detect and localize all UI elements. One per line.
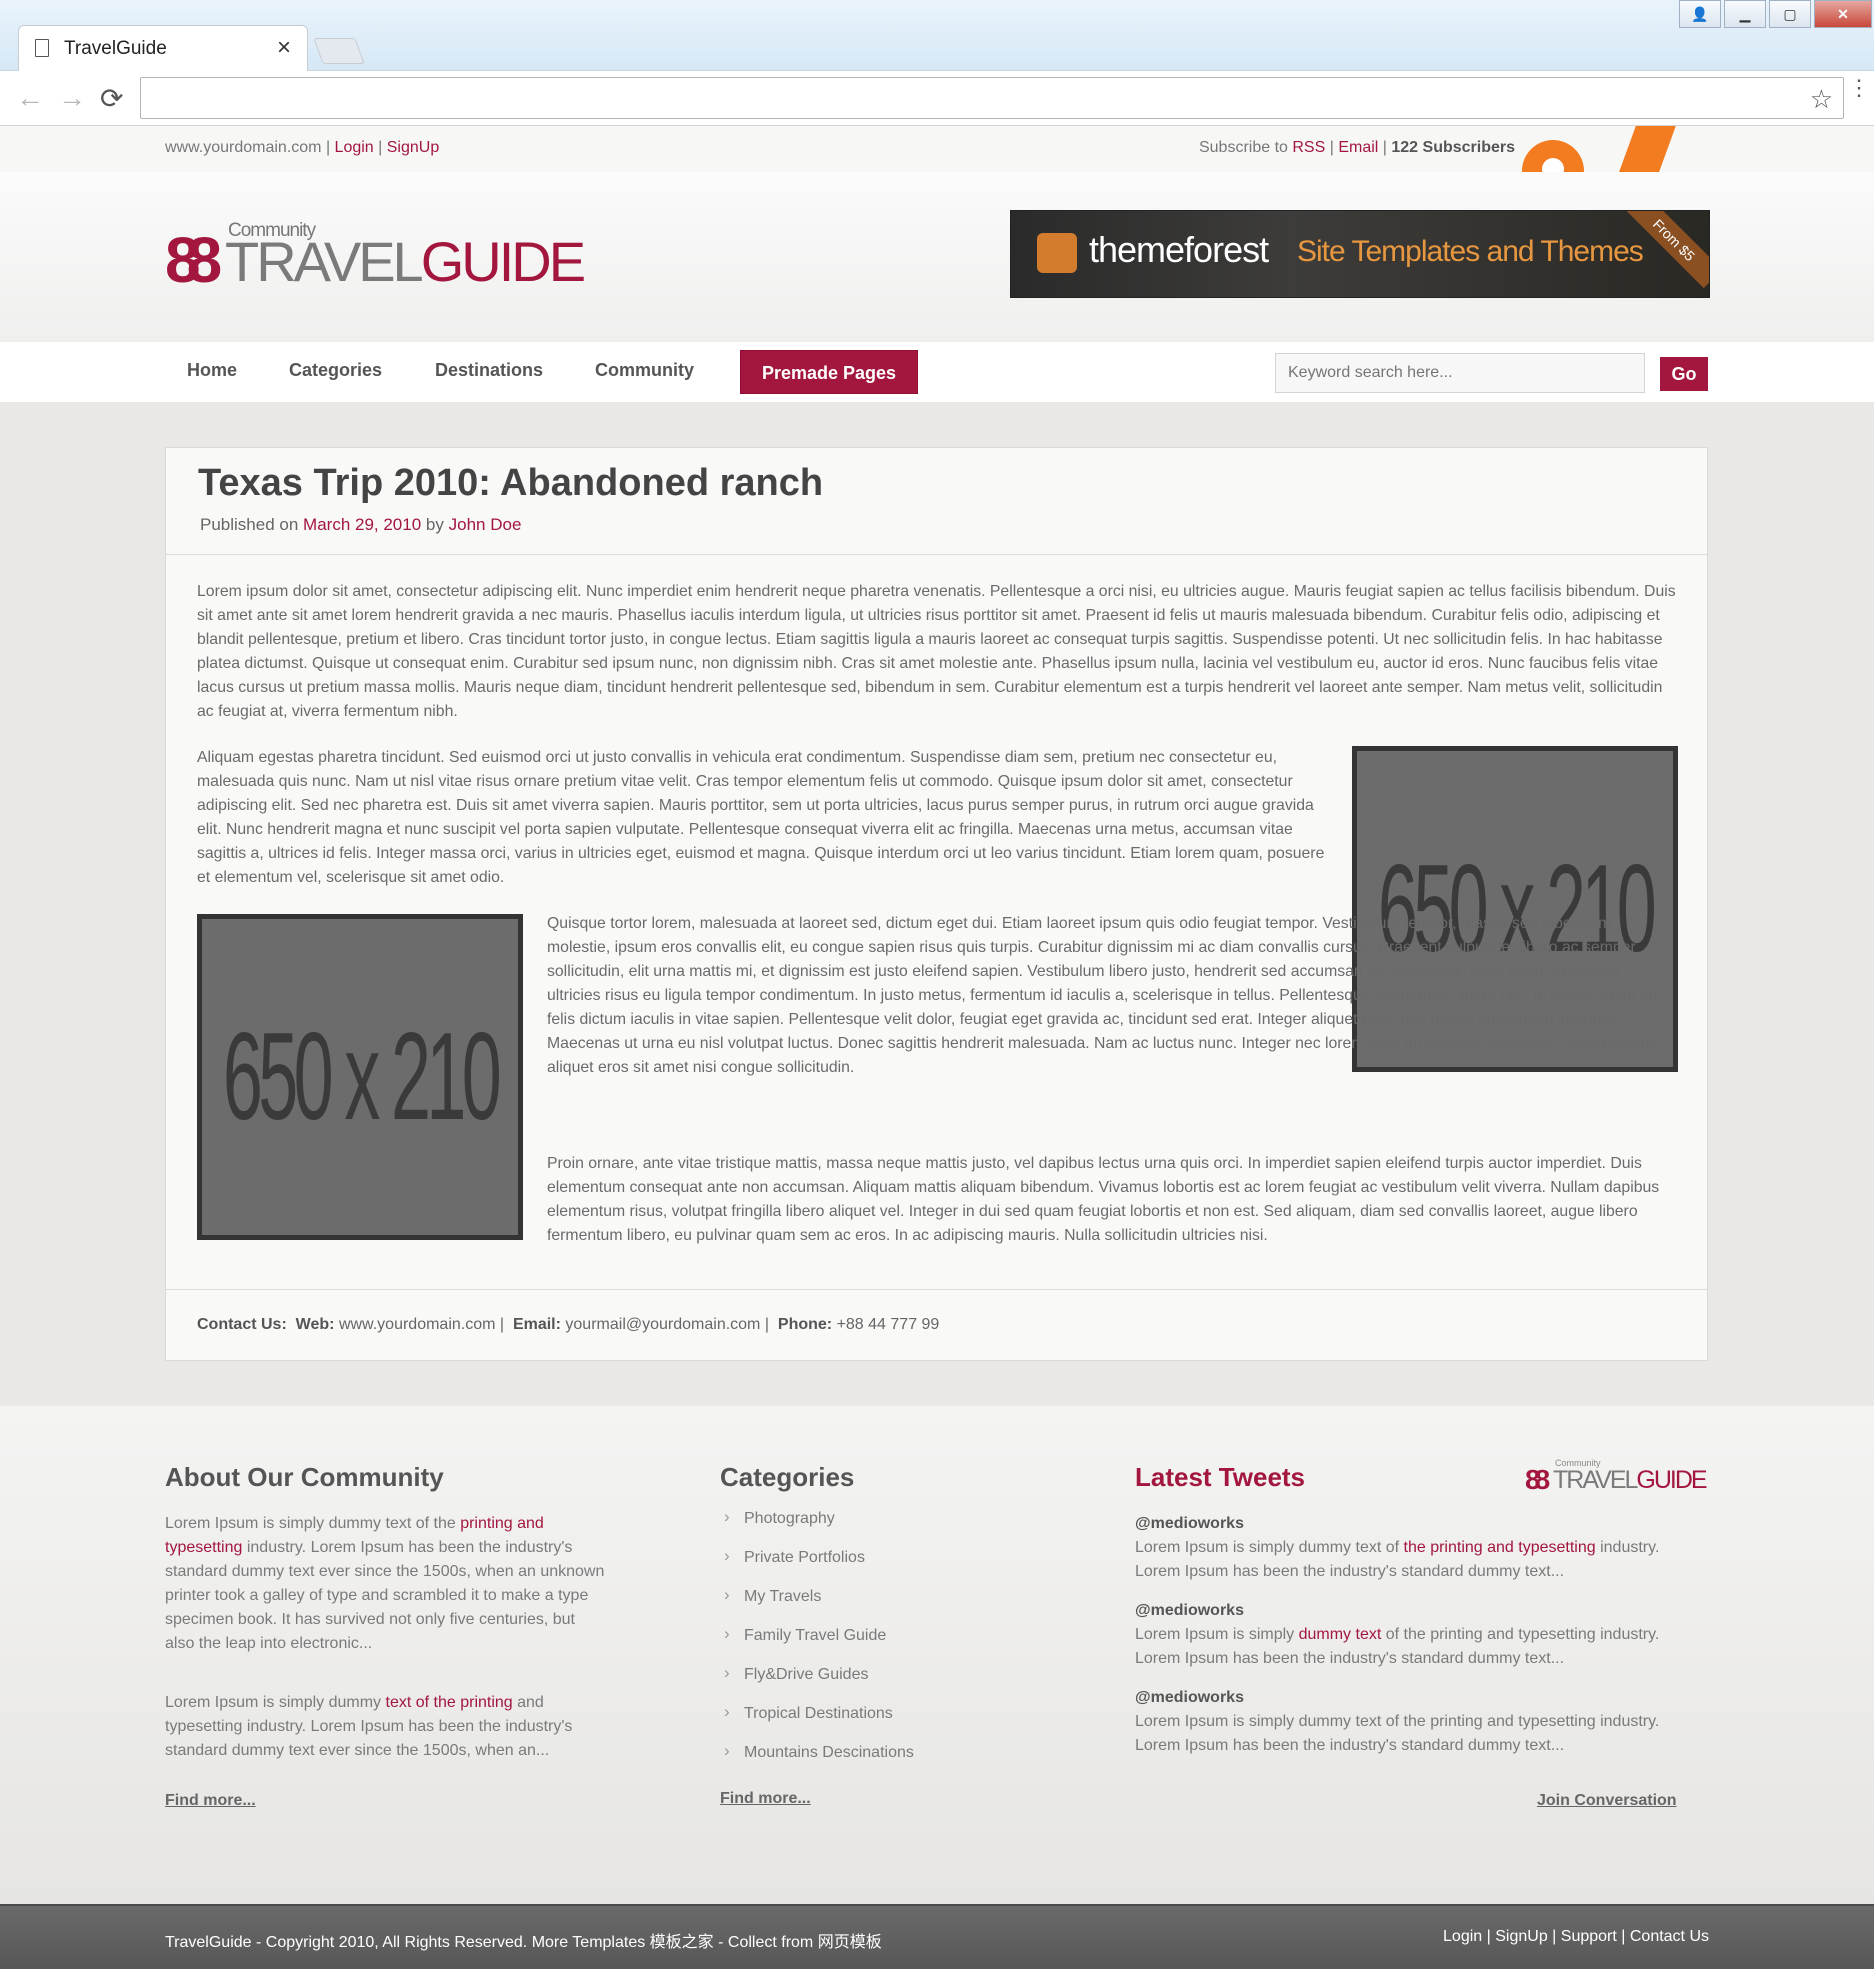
- tweet-1: @medioworks Lorem Ipsum is simply dummy …: [1135, 1515, 1660, 1580]
- contact-strip: Contact Us: Web: www.yourdomain.com | Em…: [166, 1289, 1707, 1362]
- rss-link[interactable]: RSS: [1292, 139, 1325, 156]
- browser-chrome: TravelGuide × 👤 ▁ ▢ ✕ ← → ⟳ ☆ ⋮: [0, 0, 1874, 126]
- article-date-link[interactable]: March 29, 2010: [303, 515, 421, 534]
- nav-community[interactable]: Community: [595, 360, 694, 381]
- logo-mark: 88: [165, 224, 222, 296]
- collect-link[interactable]: 网页模板: [818, 1934, 882, 1951]
- tweet-2-link[interactable]: dummy text: [1299, 1626, 1382, 1643]
- templates-link[interactable]: 模板之家: [650, 1934, 714, 1951]
- article-title: Texas Trip 2010: Abandoned ranch: [198, 462, 824, 504]
- bottom-contact-link[interactable]: Contact Us: [1630, 1928, 1709, 1945]
- window-controls: 👤 ▁ ▢ ✕: [1676, 0, 1872, 28]
- main-area: Texas Trip 2010: Abandoned ranch Publish…: [0, 402, 1874, 1406]
- rss-icon[interactable]: [1522, 126, 1680, 172]
- new-tab-button[interactable]: [313, 38, 365, 64]
- minimize-icon[interactable]: ▁: [1724, 0, 1766, 28]
- banner-brand: themeforest: [1089, 229, 1269, 270]
- menu-kebab-icon[interactable]: ⋮: [1848, 77, 1870, 99]
- contact-phone: +88 44 777 99: [836, 1316, 940, 1333]
- contact-email: yourmail@yourdomain.com: [565, 1316, 761, 1333]
- tab-strip: TravelGuide × 👤 ▁ ▢ ✕: [0, 0, 1874, 71]
- tweets-heading: Latest Tweets: [1135, 1462, 1306, 1492]
- logo-wordmark: TRAVELGUIDE: [225, 230, 586, 293]
- contact-label: Contact Us:: [197, 1316, 287, 1333]
- about-link-2[interactable]: text of the printing: [386, 1694, 513, 1711]
- footer-logo-mark: 88: [1525, 1464, 1550, 1495]
- article-paragraph-3: Quisque tortor lorem, malesuada at laore…: [547, 915, 1659, 1076]
- ad-banner[interactable]: themeforest Site Templates and Themes Fr…: [1010, 210, 1710, 298]
- nav-destinations[interactable]: Destinations: [435, 360, 543, 381]
- article-meta: Published on March 29, 2010 by John Doe: [200, 515, 522, 534]
- themeforest-leaf-icon: [1037, 233, 1077, 273]
- category-item[interactable]: Private Portfolios: [720, 1546, 914, 1588]
- about-heading: About Our Community: [165, 1462, 444, 1492]
- tweet-handle[interactable]: @medioworks: [1135, 1689, 1244, 1706]
- reload-icon[interactable]: ⟳: [100, 82, 123, 115]
- bottom-login-link[interactable]: Login: [1443, 1928, 1482, 1945]
- close-tab-icon[interactable]: ×: [277, 34, 291, 62]
- search-input[interactable]: [1275, 353, 1645, 393]
- tweet-1-link[interactable]: the printing and typesetting: [1404, 1539, 1596, 1556]
- browser-tab[interactable]: TravelGuide ×: [18, 25, 308, 71]
- article-paragraph-1: Lorem ipsum dolor sit amet, consectetur …: [197, 583, 1676, 720]
- category-item[interactable]: Photography: [720, 1507, 914, 1549]
- copyright-bar: TravelGuide - Copyright 2010, All Rights…: [0, 1904, 1874, 1969]
- article-paragraph-2: Aliquam egestas pharetra tincidunt. Sed …: [197, 749, 1325, 886]
- categories-find-more-link[interactable]: Find more...: [720, 1790, 811, 1808]
- site-footer: About Our Community Lorem Ipsum is simpl…: [0, 1406, 1874, 1904]
- article: Texas Trip 2010: Abandoned ranch Publish…: [165, 447, 1708, 1361]
- tweet-handle[interactable]: @medioworks: [1135, 1515, 1244, 1532]
- maximize-icon[interactable]: ▢: [1769, 0, 1811, 28]
- footer-logo-wordmark: TRAVELGUIDE: [1553, 1466, 1708, 1494]
- login-link[interactable]: Login: [335, 139, 374, 156]
- banner-tagline: Site Templates and Themes: [1297, 235, 1644, 268]
- search-go-button[interactable]: Go: [1660, 357, 1708, 391]
- page-icon: [35, 39, 49, 57]
- profile-icon[interactable]: 👤: [1679, 0, 1721, 28]
- subscribe-label: Subscribe to: [1198, 139, 1288, 156]
- back-icon[interactable]: ←: [16, 82, 44, 114]
- site-topbar: www.yourdomain.com | Login | SignUp Subs…: [0, 126, 1874, 173]
- about-text-2: Lorem Ipsum is simply dummy text of the …: [165, 1694, 573, 1759]
- signup-link[interactable]: SignUp: [387, 139, 439, 156]
- tweet-handle[interactable]: @medioworks: [1135, 1602, 1244, 1619]
- topbar-subscribe: Subscribe to RSS | Email | 122 Subscribe…: [1198, 139, 1515, 156]
- address-bar[interactable]: ☆: [140, 77, 1844, 119]
- topbar-account-links: www.yourdomain.com | Login | SignUp: [165, 139, 440, 156]
- article-header: Texas Trip 2010: Abandoned ranch Publish…: [166, 448, 1707, 555]
- article-author-link[interactable]: John Doe: [449, 515, 522, 534]
- close-window-icon[interactable]: ✕: [1814, 0, 1872, 28]
- tweet-2: @medioworks Lorem Ipsum is simply dummy …: [1135, 1602, 1660, 1667]
- nav-categories[interactable]: Categories: [289, 360, 382, 381]
- bottom-signup-link[interactable]: SignUp: [1495, 1928, 1547, 1945]
- subscriber-count: 122 Subscribers: [1391, 139, 1515, 156]
- contact-web: www.yourdomain.com: [338, 1316, 496, 1333]
- forward-icon[interactable]: →: [58, 82, 86, 114]
- categories-heading: Categories: [720, 1462, 855, 1492]
- domain-text: www.yourdomain.com: [165, 139, 322, 156]
- category-item[interactable]: Fly&Drive Guides: [720, 1663, 914, 1705]
- join-conversation-link[interactable]: Join Conversation: [1537, 1792, 1677, 1810]
- about-text-1: Lorem Ipsum is simply dummy text of the …: [165, 1515, 605, 1652]
- bottom-links: Login | SignUp | Support | Contact Us: [1443, 1928, 1709, 1945]
- category-item[interactable]: My Travels: [720, 1585, 914, 1627]
- tab-title: TravelGuide: [64, 38, 167, 59]
- main-nav: Home Categories Destinations Community P…: [0, 342, 1874, 403]
- about-find-more-link[interactable]: Find more...: [165, 1792, 256, 1810]
- article-paragraph-4: Proin ornare, ante vitae tristique matti…: [547, 1155, 1660, 1244]
- browser-toolbar: ← → ⟳ ☆ ⋮: [0, 70, 1874, 126]
- article-image-left: 650 x 210: [197, 914, 523, 1240]
- nav-home[interactable]: Home: [187, 360, 237, 381]
- bookmark-star-icon[interactable]: ☆: [1810, 84, 1833, 115]
- categories-list: Photography Private Portfolios My Travel…: [720, 1507, 914, 1783]
- email-subscribe-link[interactable]: Email: [1338, 139, 1378, 156]
- category-item[interactable]: Mountains Descinations: [720, 1741, 914, 1783]
- bottom-support-link[interactable]: Support: [1561, 1928, 1617, 1945]
- category-item[interactable]: Tropical Destinations: [720, 1702, 914, 1744]
- tweet-3: @medioworks Lorem Ipsum is simply dummy …: [1135, 1689, 1660, 1754]
- copyright-text: TravelGuide - Copyright 2010, All Rights…: [165, 1934, 882, 1951]
- category-item[interactable]: Family Travel Guide: [720, 1624, 914, 1666]
- site-header: 88 Community TRAVELGUIDE themeforest Sit…: [0, 172, 1874, 343]
- nav-premade-pages[interactable]: Premade Pages: [740, 350, 918, 394]
